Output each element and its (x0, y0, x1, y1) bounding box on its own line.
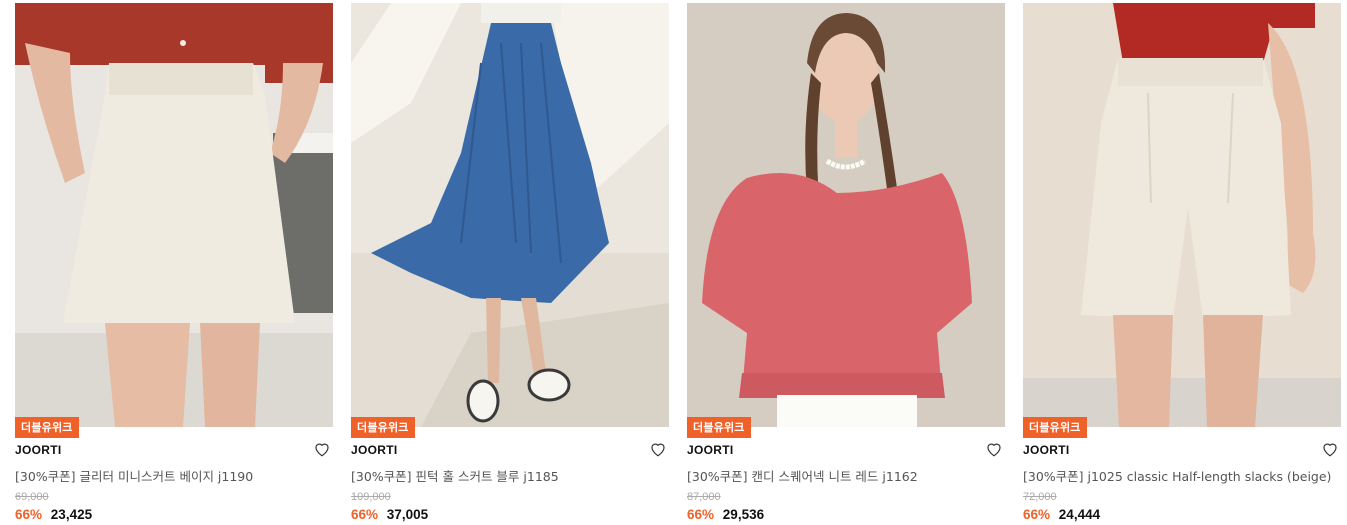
discount-rate: 66% (1023, 507, 1051, 522)
heart-outline-icon[interactable] (1321, 440, 1339, 458)
sale-price: 29,536 (722, 507, 765, 522)
original-price: 69,000 (15, 491, 49, 503)
product-image[interactable] (351, 3, 669, 427)
product-name[interactable]: [30%쿠폰] 캔디 스퀘어넥 니트 레드 j1162 (687, 466, 918, 485)
price-line: 66% 23,425 (15, 507, 92, 522)
product-card[interactable]: 더블유위크 JOORTI [30%쿠폰] 글리터 미니스커트 베이지 j1190… (15, 3, 333, 525)
heart-outline-icon[interactable] (649, 440, 667, 458)
product-card[interactable]: 더블유위크 JOORTI [30%쿠폰] j1025 classic Half-… (1023, 3, 1341, 525)
brand-name[interactable]: JOORTI (1023, 443, 1069, 457)
sale-price: 23,425 (50, 507, 93, 522)
brand-name[interactable]: JOORTI (687, 443, 733, 457)
discount-rate: 66% (351, 507, 379, 522)
product-name[interactable]: [30%쿠폰] 글리터 미니스커트 베이지 j1190 (15, 466, 253, 485)
discount-rate: 66% (687, 507, 715, 522)
event-badge: 더블유위크 (687, 417, 751, 438)
sale-price: 37,005 (386, 507, 429, 522)
product-image[interactable] (1023, 3, 1341, 427)
price-line: 66% 37,005 (351, 507, 428, 522)
product-grid: 더블유위크 JOORTI [30%쿠폰] 글리터 미니스커트 베이지 j1190… (15, 3, 1341, 525)
original-price: 109,000 (351, 491, 391, 503)
product-card[interactable]: 더블유위크 JOORTI [30%쿠폰] 캔디 스퀘어넥 니트 레드 j1162… (687, 3, 1005, 525)
event-badge: 더블유위크 (351, 417, 415, 438)
discount-rate: 66% (15, 507, 43, 522)
heart-outline-icon[interactable] (985, 440, 1003, 458)
product-name[interactable]: [30%쿠폰] j1025 classic Half-length slacks… (1023, 466, 1331, 485)
product-card[interactable]: 더블유위크 JOORTI [30%쿠폰] 핀턱 홀 스커트 블루 j1185 1… (351, 3, 669, 525)
heart-outline-icon[interactable] (313, 440, 331, 458)
sale-price: 24,444 (1058, 507, 1101, 522)
event-badge: 더블유위크 (15, 417, 79, 438)
price-line: 66% 24,444 (1023, 507, 1100, 522)
original-price: 87,000 (687, 491, 721, 503)
product-image[interactable] (15, 3, 333, 427)
product-image[interactable] (687, 3, 1005, 427)
original-price: 72,000 (1023, 491, 1057, 503)
brand-name[interactable]: JOORTI (351, 443, 397, 457)
brand-name[interactable]: JOORTI (15, 443, 61, 457)
event-badge: 더블유위크 (1023, 417, 1087, 438)
price-line: 66% 29,536 (687, 507, 764, 522)
product-name[interactable]: [30%쿠폰] 핀턱 홀 스커트 블루 j1185 (351, 466, 559, 485)
